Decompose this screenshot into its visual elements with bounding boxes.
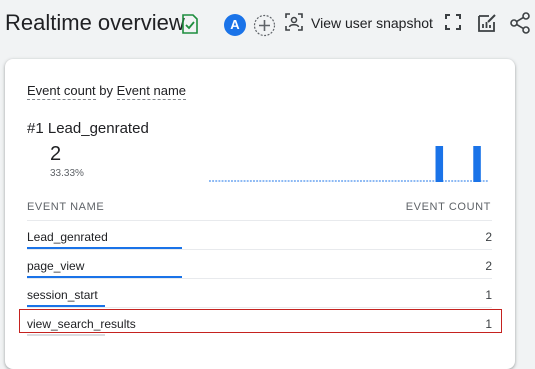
view-user-snapshot-button[interactable]: View user snapshot xyxy=(311,15,433,31)
event-name-cell: session_start xyxy=(27,288,98,302)
rank-label: #1 xyxy=(27,120,44,137)
avatar[interactable]: A xyxy=(224,14,246,36)
add-comparison-icon[interactable] xyxy=(253,14,276,37)
sparkline-bar xyxy=(435,146,444,182)
column-header-event-count: EVENT COUNT xyxy=(405,201,491,213)
event-count-cell: 1 xyxy=(485,288,492,302)
check-document-icon[interactable] xyxy=(181,14,199,34)
row-highlight-box xyxy=(19,309,502,333)
table-row[interactable]: Lead_genrated 2 xyxy=(27,220,492,249)
table-row[interactable]: page_view 2 xyxy=(27,249,492,278)
top-event-name: Lead_genrated xyxy=(47,120,149,137)
page-title: Realtime overview xyxy=(5,10,185,35)
by-label: by xyxy=(99,83,114,98)
fullscreen-icon[interactable] xyxy=(445,14,461,30)
event-count-cell: 2 xyxy=(485,259,492,273)
share-bar xyxy=(27,334,105,336)
share-icon[interactable] xyxy=(510,12,530,34)
metric-selector[interactable]: Event count xyxy=(27,83,96,100)
event-count-card: Event count by Event name #1 Lead_genrat… xyxy=(5,59,515,369)
column-header-event-name: EVENT NAME xyxy=(27,201,105,213)
header-bar: Realtime overview A View user snapshot xyxy=(0,0,535,50)
event-name-cell: Lead_genrated xyxy=(27,230,108,244)
table-row[interactable]: session_start 1 xyxy=(27,278,492,307)
customize-report-icon[interactable] xyxy=(477,13,497,33)
dimension-selector[interactable]: Event name xyxy=(116,83,187,100)
event-name-cell: page_view xyxy=(27,259,85,273)
top-event-percent: 33.33% xyxy=(50,168,84,179)
card-heading: Event count by Event name xyxy=(27,83,187,100)
top-event-count: 2 xyxy=(50,143,62,165)
per-minute-sparkline xyxy=(209,146,488,182)
event-count-cell: 2 xyxy=(485,230,492,244)
user-snapshot-icon[interactable] xyxy=(285,13,303,31)
top-event-line: #1 Lead_genrated xyxy=(27,120,149,137)
sparkline-bar xyxy=(473,146,481,182)
